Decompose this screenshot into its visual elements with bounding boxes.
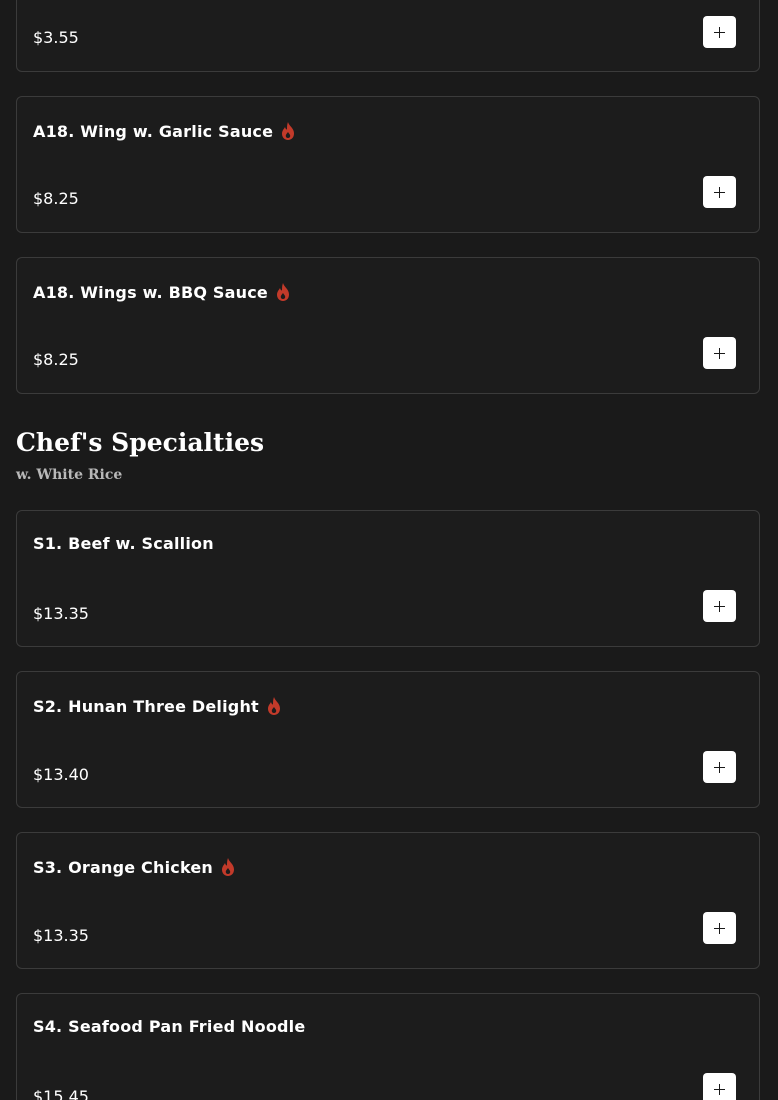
spicy-flame-icon bbox=[276, 283, 289, 301]
menu-item-card[interactable]: S4. Seafood Pan Fried Noodle $15.45 bbox=[16, 993, 760, 1100]
item-name-text: A18. Wing w. Garlic Sauce bbox=[33, 121, 274, 141]
plus-icon bbox=[714, 922, 725, 934]
item-name: S4. Seafood Pan Fried Noodle bbox=[33, 1016, 305, 1036]
add-to-cart-button[interactable] bbox=[703, 176, 736, 208]
item-name-text: S4. Seafood Pan Fried Noodle bbox=[33, 1016, 306, 1036]
spicy-flame-icon bbox=[282, 122, 295, 140]
plus-icon bbox=[714, 1083, 725, 1095]
item-price: $13.35 bbox=[33, 926, 89, 945]
item-name-text: A18. Wings w. BBQ Sauce bbox=[33, 282, 268, 302]
add-to-cart-button[interactable] bbox=[703, 337, 736, 369]
plus-icon bbox=[714, 600, 725, 612]
item-name: S2. Hunan Three Delight bbox=[33, 696, 282, 716]
menu-item-card[interactable]: S2. Hunan Three Delight $13.40 bbox=[16, 671, 760, 808]
item-name: A18. Wing w. Garlic Sauce bbox=[33, 121, 296, 141]
add-to-cart-button[interactable] bbox=[703, 751, 736, 783]
plus-icon bbox=[714, 186, 725, 198]
add-to-cart-button[interactable] bbox=[703, 590, 736, 622]
section-subtitle: w. White Rice bbox=[16, 467, 123, 483]
plus-icon bbox=[714, 26, 725, 38]
item-price: $13.35 bbox=[33, 604, 89, 623]
menu-item-card[interactable]: S3. Orange Chicken $13.35 bbox=[16, 832, 760, 969]
item-name: S1. Beef w. Scallion bbox=[33, 533, 214, 553]
menu-item-card[interactable]: A18. Wings w. BBQ Sauce $8.25 bbox=[16, 257, 760, 394]
plus-icon bbox=[714, 761, 725, 773]
item-price: $15.45 bbox=[33, 1087, 89, 1100]
spicy-flame-icon bbox=[222, 858, 235, 876]
add-to-cart-button[interactable] bbox=[703, 16, 736, 48]
plus-icon bbox=[714, 347, 725, 359]
add-to-cart-button[interactable] bbox=[703, 1073, 736, 1100]
menu-item-card: $3.55 bbox=[16, 0, 760, 72]
item-price: $13.40 bbox=[33, 765, 89, 784]
menu-item-card[interactable]: A18. Wing w. Garlic Sauce $8.25 bbox=[16, 96, 760, 233]
item-name-text: S2. Hunan Three Delight bbox=[33, 696, 259, 716]
item-price: $8.25 bbox=[33, 189, 79, 208]
item-name-text: S1. Beef w. Scallion bbox=[33, 533, 214, 553]
item-name-text: S3. Orange Chicken bbox=[33, 857, 214, 877]
item-name: S3. Orange Chicken bbox=[33, 857, 236, 877]
item-price: $8.25 bbox=[33, 350, 79, 369]
add-to-cart-button[interactable] bbox=[703, 912, 736, 944]
spicy-flame-icon bbox=[267, 697, 280, 715]
item-price: $3.55 bbox=[33, 28, 79, 47]
section-title: Chef's Specialties bbox=[16, 428, 265, 457]
item-name: A18. Wings w. BBQ Sauce bbox=[33, 282, 291, 302]
menu-item-card[interactable]: S1. Beef w. Scallion $13.35 bbox=[16, 510, 760, 647]
